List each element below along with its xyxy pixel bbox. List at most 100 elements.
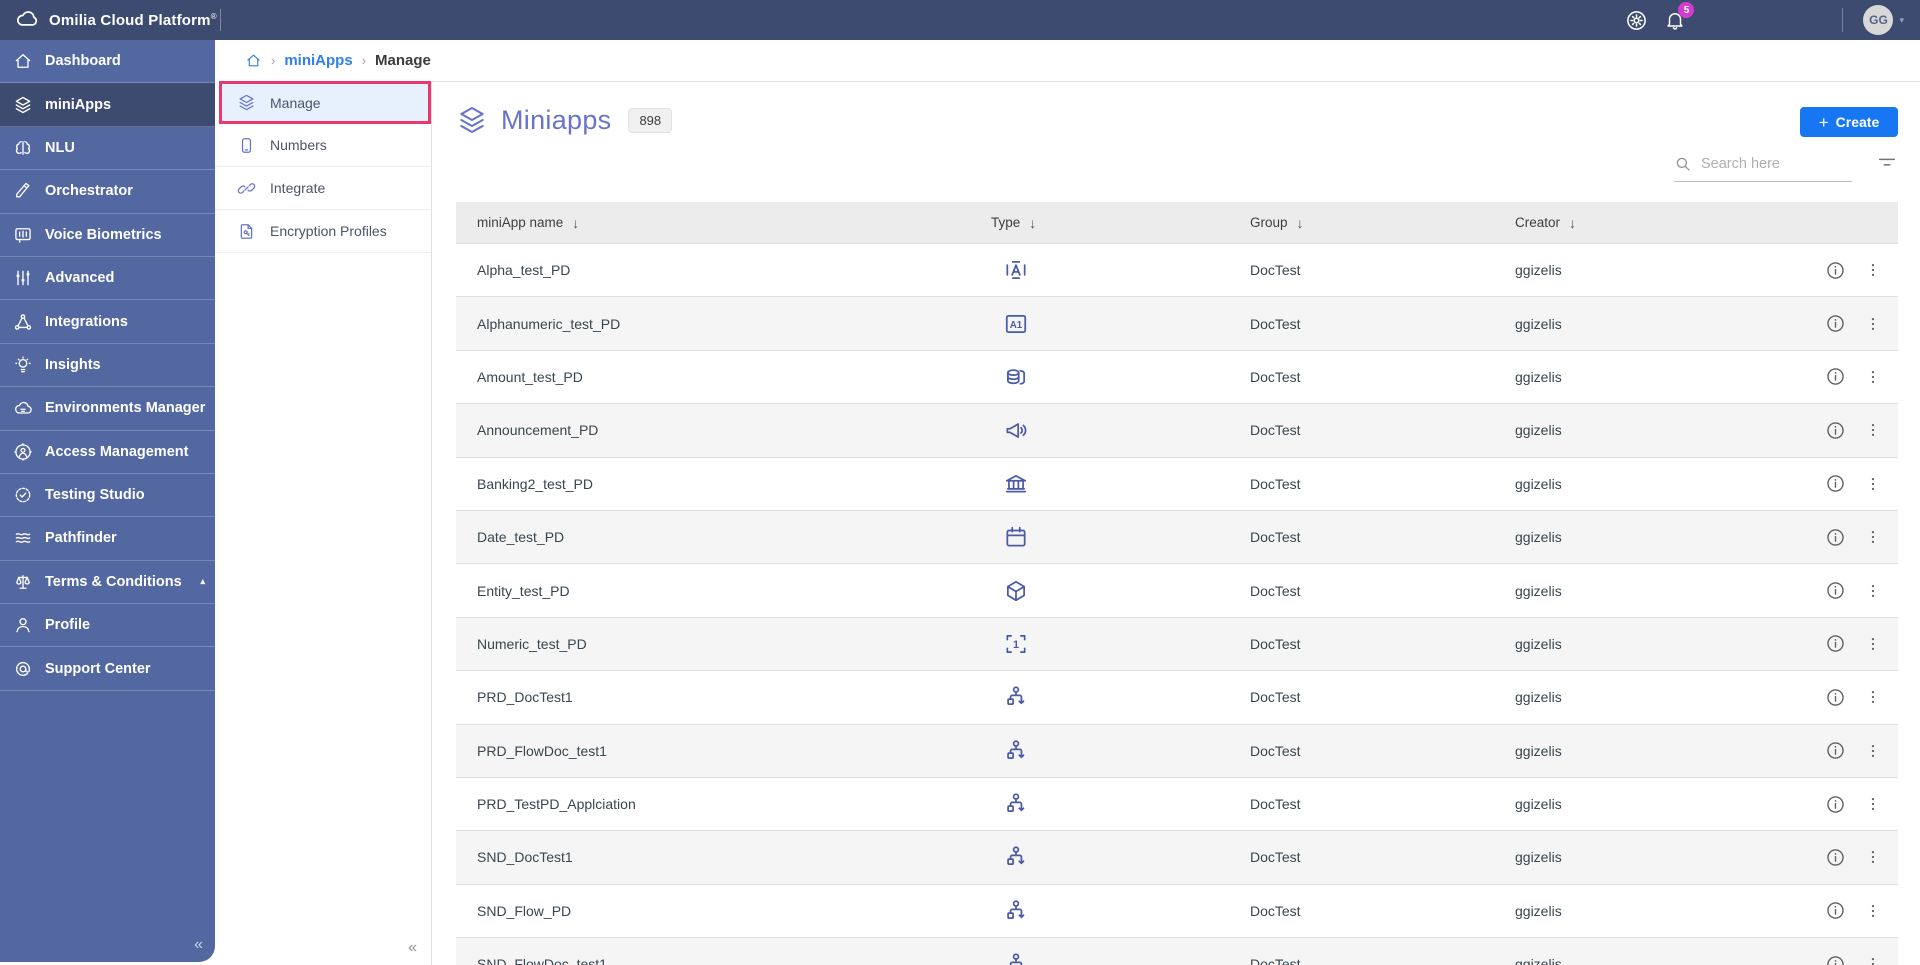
breadcrumb-separator: › xyxy=(362,53,366,68)
sidebar-item-access-management[interactable]: Access Management xyxy=(0,431,215,474)
table-row[interactable]: PRD_FlowDoc_test1 DocTest ggizelis xyxy=(456,724,1898,777)
sidebar-item-terms-conditions[interactable]: Terms & Conditions ▴ xyxy=(0,561,215,604)
sidebar-item-label: Voice Biometrics xyxy=(45,227,162,243)
info-icon[interactable] xyxy=(1825,794,1846,815)
sidebar-item-label: Profile xyxy=(45,617,90,633)
sidebar-item-voice-biometrics[interactable]: Voice Biometrics xyxy=(0,214,215,257)
info-icon[interactable] xyxy=(1825,260,1846,281)
info-icon[interactable] xyxy=(1825,954,1846,965)
sort-descending-icon[interactable]: ↓ xyxy=(572,215,579,231)
table-row[interactable]: PRD_TestPD_Applciation DocTest ggizelis xyxy=(456,777,1898,830)
flow-type-icon xyxy=(1003,738,1029,764)
sidebar-item-dashboard[interactable]: Dashboard xyxy=(0,40,215,83)
column-header-miniapp-name[interactable]: miniApp name↓ xyxy=(456,215,991,231)
home-icon[interactable] xyxy=(245,52,262,69)
table-row[interactable]: SND_FlowDoc_test1 DocTest ggizelis xyxy=(456,937,1898,965)
kebab-menu-icon[interactable] xyxy=(1864,368,1882,386)
kebab-menu-icon[interactable] xyxy=(1864,528,1882,546)
platform-settings-icon[interactable] xyxy=(1625,9,1648,32)
info-icon[interactable] xyxy=(1825,900,1846,921)
kebab-menu-icon[interactable] xyxy=(1864,688,1882,706)
search-field[interactable] xyxy=(1674,155,1852,182)
search-input[interactable] xyxy=(1701,156,1841,172)
panel-item-numbers[interactable]: Numbers xyxy=(215,124,431,167)
kebab-menu-icon[interactable] xyxy=(1864,582,1882,600)
miniapps-submenu-panel: Manage Numbers Integrate Encryption Prof… xyxy=(215,81,432,965)
sidebar-item-integrations[interactable]: Integrations xyxy=(0,300,215,343)
sidebar-item-environments-manager[interactable]: Environments Manager xyxy=(0,387,215,430)
sidebar-item-orchestrator[interactable]: Orchestrator xyxy=(0,170,215,213)
sidebar-item-miniapps[interactable]: miniApps xyxy=(0,83,215,126)
info-icon[interactable] xyxy=(1825,366,1846,387)
creator-cell: ggizelis xyxy=(1515,689,1825,705)
filter-icon[interactable] xyxy=(1876,152,1898,174)
kebab-menu-icon[interactable] xyxy=(1864,421,1882,439)
sort-descending-icon[interactable]: ↓ xyxy=(1297,215,1304,231)
kebab-menu-icon[interactable] xyxy=(1864,795,1882,813)
kebab-menu-icon[interactable] xyxy=(1864,635,1882,653)
sort-descending-icon[interactable]: ↓ xyxy=(1029,215,1036,231)
group-cell: DocTest xyxy=(1250,476,1515,492)
table-row[interactable]: Numeric_test_PD DocTest ggizelis xyxy=(456,617,1898,670)
info-icon[interactable] xyxy=(1825,527,1846,548)
avatar[interactable]: GG xyxy=(1863,5,1893,35)
info-icon[interactable] xyxy=(1825,740,1846,761)
table-row[interactable]: Entity_test_PD DocTest ggizelis xyxy=(456,563,1898,616)
info-icon[interactable] xyxy=(1825,687,1846,708)
kebab-menu-icon[interactable] xyxy=(1864,742,1882,760)
table-row[interactable]: Amount_test_PD DocTest ggizelis xyxy=(456,350,1898,403)
kebab-menu-icon[interactable] xyxy=(1864,315,1882,333)
layers-icon xyxy=(13,95,33,115)
info-icon[interactable] xyxy=(1825,580,1846,601)
table-row[interactable]: Announcement_PD DocTest ggizelis xyxy=(456,403,1898,456)
kebab-menu-icon[interactable] xyxy=(1864,475,1882,493)
logo[interactable]: Omilia Cloud Platform® xyxy=(0,7,220,33)
sidebar-item-nlu[interactable]: NLU xyxy=(0,127,215,170)
table-row[interactable]: Alpha_test_PD DocTest ggizelis xyxy=(456,243,1898,296)
table-row[interactable]: PRD_DocTest1 DocTest ggizelis xyxy=(456,670,1898,723)
announcement-type-icon xyxy=(1003,417,1029,443)
chevron-up-icon: ▴ xyxy=(200,576,205,587)
column-header-type[interactable]: Type↓ xyxy=(991,215,1250,231)
breadcrumb-link-miniapps[interactable]: miniApps xyxy=(284,52,352,69)
info-icon[interactable] xyxy=(1825,313,1846,334)
sidebar-item-label: miniApps xyxy=(45,97,111,113)
sort-descending-icon[interactable]: ↓ xyxy=(1569,215,1576,231)
table-row[interactable]: Alphanumeric_test_PD DocTest ggizelis xyxy=(456,296,1898,349)
column-header-creator[interactable]: Creator↓ xyxy=(1515,215,1825,231)
miniapp-name-cell: Date_test_PD xyxy=(456,529,991,545)
creator-cell: ggizelis xyxy=(1515,796,1825,812)
create-button[interactable]: + Create xyxy=(1800,107,1898,137)
sidebar-item-profile[interactable]: Profile xyxy=(0,604,215,647)
panel-item-manage[interactable]: Manage xyxy=(219,81,431,124)
sidebar-item-pathfinder[interactable]: Pathfinder xyxy=(0,517,215,560)
kebab-menu-icon[interactable] xyxy=(1864,261,1882,279)
info-icon[interactable] xyxy=(1825,847,1846,868)
panel-item-encryption-profiles[interactable]: Encryption Profiles xyxy=(215,210,431,253)
info-icon[interactable] xyxy=(1825,633,1846,654)
info-icon[interactable] xyxy=(1825,473,1846,494)
table-row[interactable]: SND_DocTest1 DocTest ggizelis xyxy=(456,830,1898,883)
table-row[interactable]: SND_Flow_PD DocTest ggizelis xyxy=(456,884,1898,937)
flow-type-icon xyxy=(1003,791,1029,817)
panel-collapse-button[interactable]: « xyxy=(408,939,417,957)
user-menu[interactable]: GG ▾ xyxy=(1863,5,1904,35)
insights-icon xyxy=(13,355,33,375)
sidebar-item-advanced[interactable]: Advanced xyxy=(0,257,215,300)
table-row[interactable]: Date_test_PD DocTest ggizelis xyxy=(456,510,1898,563)
kebab-menu-icon[interactable] xyxy=(1864,955,1882,965)
info-icon[interactable] xyxy=(1825,420,1846,441)
sidebar-item-label: Access Management xyxy=(45,444,188,460)
column-header-group[interactable]: Group↓ xyxy=(1250,215,1515,231)
sidebar-item-support-center[interactable]: Support Center xyxy=(0,647,215,690)
table-row[interactable]: Banking2_test_PD DocTest ggizelis xyxy=(456,457,1898,510)
sidebar-item-insights[interactable]: Insights xyxy=(0,344,215,387)
plus-icon: + xyxy=(1819,114,1829,131)
kebab-menu-icon[interactable] xyxy=(1864,848,1882,866)
kebab-menu-icon[interactable] xyxy=(1864,902,1882,920)
notifications-bell-icon[interactable]: 5 xyxy=(1664,9,1686,31)
panel-item-integrate[interactable]: Integrate xyxy=(215,167,431,210)
miniapp-name-cell: Numeric_test_PD xyxy=(456,636,991,652)
sidebar-collapse-button[interactable]: « xyxy=(194,936,203,954)
sidebar-item-testing-studio[interactable]: Testing Studio xyxy=(0,474,215,517)
